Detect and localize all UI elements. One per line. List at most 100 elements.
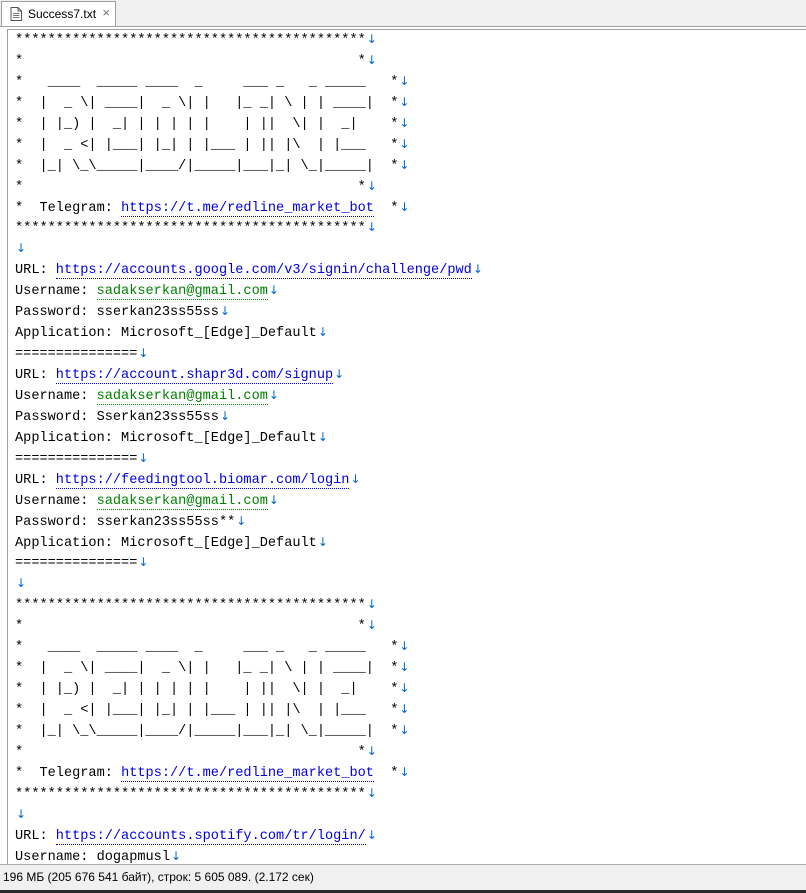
line-text: ===============: [15, 451, 138, 467]
url-link[interactable]: https://accounts.google.com/v3/signin/ch…: [55, 263, 472, 280]
line-text: Username: dogapmusl: [15, 849, 170, 864]
line-prefix: URL:: [15, 368, 56, 383]
status-bar: 196 МБ (205 676 541 байт), строк: 5 605 …: [0, 864, 806, 890]
line-break-icon: ↓: [366, 52, 377, 67]
line-text: * | |_) | _| | | | | | | || \| | _| *: [15, 682, 399, 698]
line-suffix: *: [373, 765, 399, 781]
line-prefix: URL:: [15, 828, 56, 844]
line-break-icon: ↓: [16, 576, 27, 591]
line-text: Application: Microsoft_[Edge]_Default: [15, 535, 317, 551]
line-text: * *: [15, 619, 366, 635]
tab-label: Success7.txt: [28, 7, 97, 21]
tab-bar: Success7.txt ×: [0, 0, 806, 27]
text-line: * ____ _____ ____ _ ___ _ _ _____ *↓: [15, 71, 483, 92]
text-line: ****************************************…: [15, 783, 483, 804]
text-line: ↓: [15, 238, 483, 259]
text-editor[interactable]: ****************************************…: [7, 29, 806, 864]
line-break-icon: ↓: [366, 178, 377, 193]
text-line: ****************************************…: [15, 217, 483, 238]
line-break-icon: ↓: [268, 492, 279, 507]
line-text: * | _ \| ____| _ \| | |_ _| \ | | ____| …: [15, 95, 399, 111]
line-text: ===============: [15, 347, 138, 363]
text-line: ===============↓: [15, 343, 483, 364]
line-prefix: Username:: [15, 493, 97, 509]
editor-content[interactable]: ****************************************…: [15, 30, 483, 864]
text-line: ↓: [15, 804, 483, 825]
text-line: URL: https://feedingtool.biomar.com/logi…: [15, 469, 483, 490]
text-line: * | _ \| ____| _ \| | |_ _| \ | | ____| …: [15, 92, 483, 113]
text-line: ****************************************…: [15, 594, 483, 615]
text-line: Application: Microsoft_[Edge]_Default↓: [15, 532, 483, 553]
url-link[interactable]: https://t.me/redline_market_bot: [121, 200, 374, 217]
email-link[interactable]: sadakserkan@gmail.com: [96, 284, 268, 301]
line-prefix: URL:: [15, 263, 56, 279]
line-prefix: Username:: [15, 388, 97, 404]
text-line: * *↓: [15, 176, 483, 197]
line-text: * *: [15, 53, 366, 69]
email-link[interactable]: sadakserkan@gmail.com: [96, 493, 268, 510]
email-link[interactable]: sadakserkan@gmail.com: [96, 388, 268, 405]
line-break-icon: ↓: [399, 199, 410, 214]
line-break-icon: ↓: [138, 450, 149, 465]
line-break-icon: ↓: [236, 513, 247, 528]
line-text: Password: Sserkan23ss55ss: [15, 409, 219, 425]
line-break-icon: ↓: [472, 262, 483, 277]
text-line: Username: dogapmusl↓: [15, 846, 483, 864]
line-break-icon: ↓: [399, 94, 410, 109]
text-line: * *↓: [15, 50, 483, 71]
line-break-icon: ↓: [268, 283, 279, 298]
text-line: ↓: [15, 573, 483, 594]
text-line: * |_| \_\_____|____/|_____|___|_| \_|___…: [15, 720, 483, 741]
url-link[interactable]: https://accounts.spotify.com/tr/login/: [55, 828, 366, 845]
line-break-icon: ↓: [366, 32, 377, 46]
url-link[interactable]: https://feedingtool.biomar.com/login: [55, 472, 350, 489]
text-line: Username: sadakserkan@gmail.com↓: [15, 385, 483, 406]
line-break-icon: ↓: [399, 157, 410, 172]
text-line: * | _ \| ____| _ \| | |_ _| \ | | ____| …: [15, 657, 483, 678]
text-file-icon: [10, 7, 22, 21]
url-link[interactable]: https://t.me/redline_market_bot: [121, 765, 374, 782]
line-break-icon: ↓: [366, 597, 377, 612]
line-break-icon: ↓: [366, 827, 377, 842]
tab-success7[interactable]: Success7.txt ×: [1, 1, 116, 26]
line-break-icon: ↓: [399, 722, 410, 737]
text-line: Application: Microsoft_[Edge]_Default↓: [15, 427, 483, 448]
line-break-icon: ↓: [317, 429, 328, 444]
line-break-icon: ↓: [317, 534, 328, 549]
line-break-icon: ↓: [366, 220, 377, 235]
text-line: * ____ _____ ____ _ ___ _ _ _____ *↓: [15, 636, 483, 657]
line-text: Application: Microsoft_[Edge]_Default: [15, 326, 317, 342]
line-break-icon: ↓: [16, 241, 27, 256]
line-prefix: URL:: [15, 472, 56, 488]
line-text: * ____ _____ ____ _ ___ _ _ _____ *: [15, 74, 399, 90]
line-text: ===============: [15, 556, 138, 572]
url-link[interactable]: https://account.shapr3d.com/signup: [55, 368, 334, 384]
line-text: * | _ \| ____| _ \| | |_ _| \ | | ____| …: [15, 661, 399, 677]
line-break-icon: ↓: [171, 848, 182, 863]
line-break-icon: ↓: [350, 471, 361, 486]
line-break-icon: ↓: [138, 555, 149, 570]
line-text: ****************************************…: [15, 221, 366, 237]
close-icon[interactable]: ×: [102, 5, 110, 21]
line-break-icon: ↓: [399, 702, 410, 716]
line-text: * | |_) | _| | | | | | | || \| | _| *: [15, 116, 399, 132]
line-break-icon: ↓: [366, 618, 377, 633]
line-break-icon: ↓: [268, 387, 279, 402]
line-text: * |_| \_\_____|____/|_____|___|_| \_|___…: [15, 723, 399, 739]
text-line: * *↓: [15, 615, 483, 636]
text-line: * | |_) | _| | | | | | | || \| | _| *↓: [15, 113, 483, 134]
text-line: Username: sadakserkan@gmail.com↓: [15, 280, 483, 301]
line-break-icon: ↓: [219, 408, 231, 423]
text-line: Username: sadakserkan@gmail.com↓: [15, 490, 483, 511]
status-text: 196 МБ (205 676 541 байт), строк: 5 605 …: [3, 870, 314, 884]
text-line: ===============↓: [15, 552, 483, 573]
line-break-icon: ↓: [399, 764, 410, 779]
line-break-icon: ↓: [366, 785, 377, 800]
line-break-icon: ↓: [317, 325, 328, 340]
line-prefix: * Telegram:: [15, 200, 122, 216]
line-text: Password: sserkan23ss55ss**: [15, 514, 236, 530]
line-break-icon: ↓: [399, 681, 410, 696]
line-text: ****************************************…: [15, 598, 366, 614]
line-break-icon: ↓: [334, 367, 345, 381]
text-line: URL: https://accounts.spotify.com/tr/log…: [15, 825, 483, 846]
